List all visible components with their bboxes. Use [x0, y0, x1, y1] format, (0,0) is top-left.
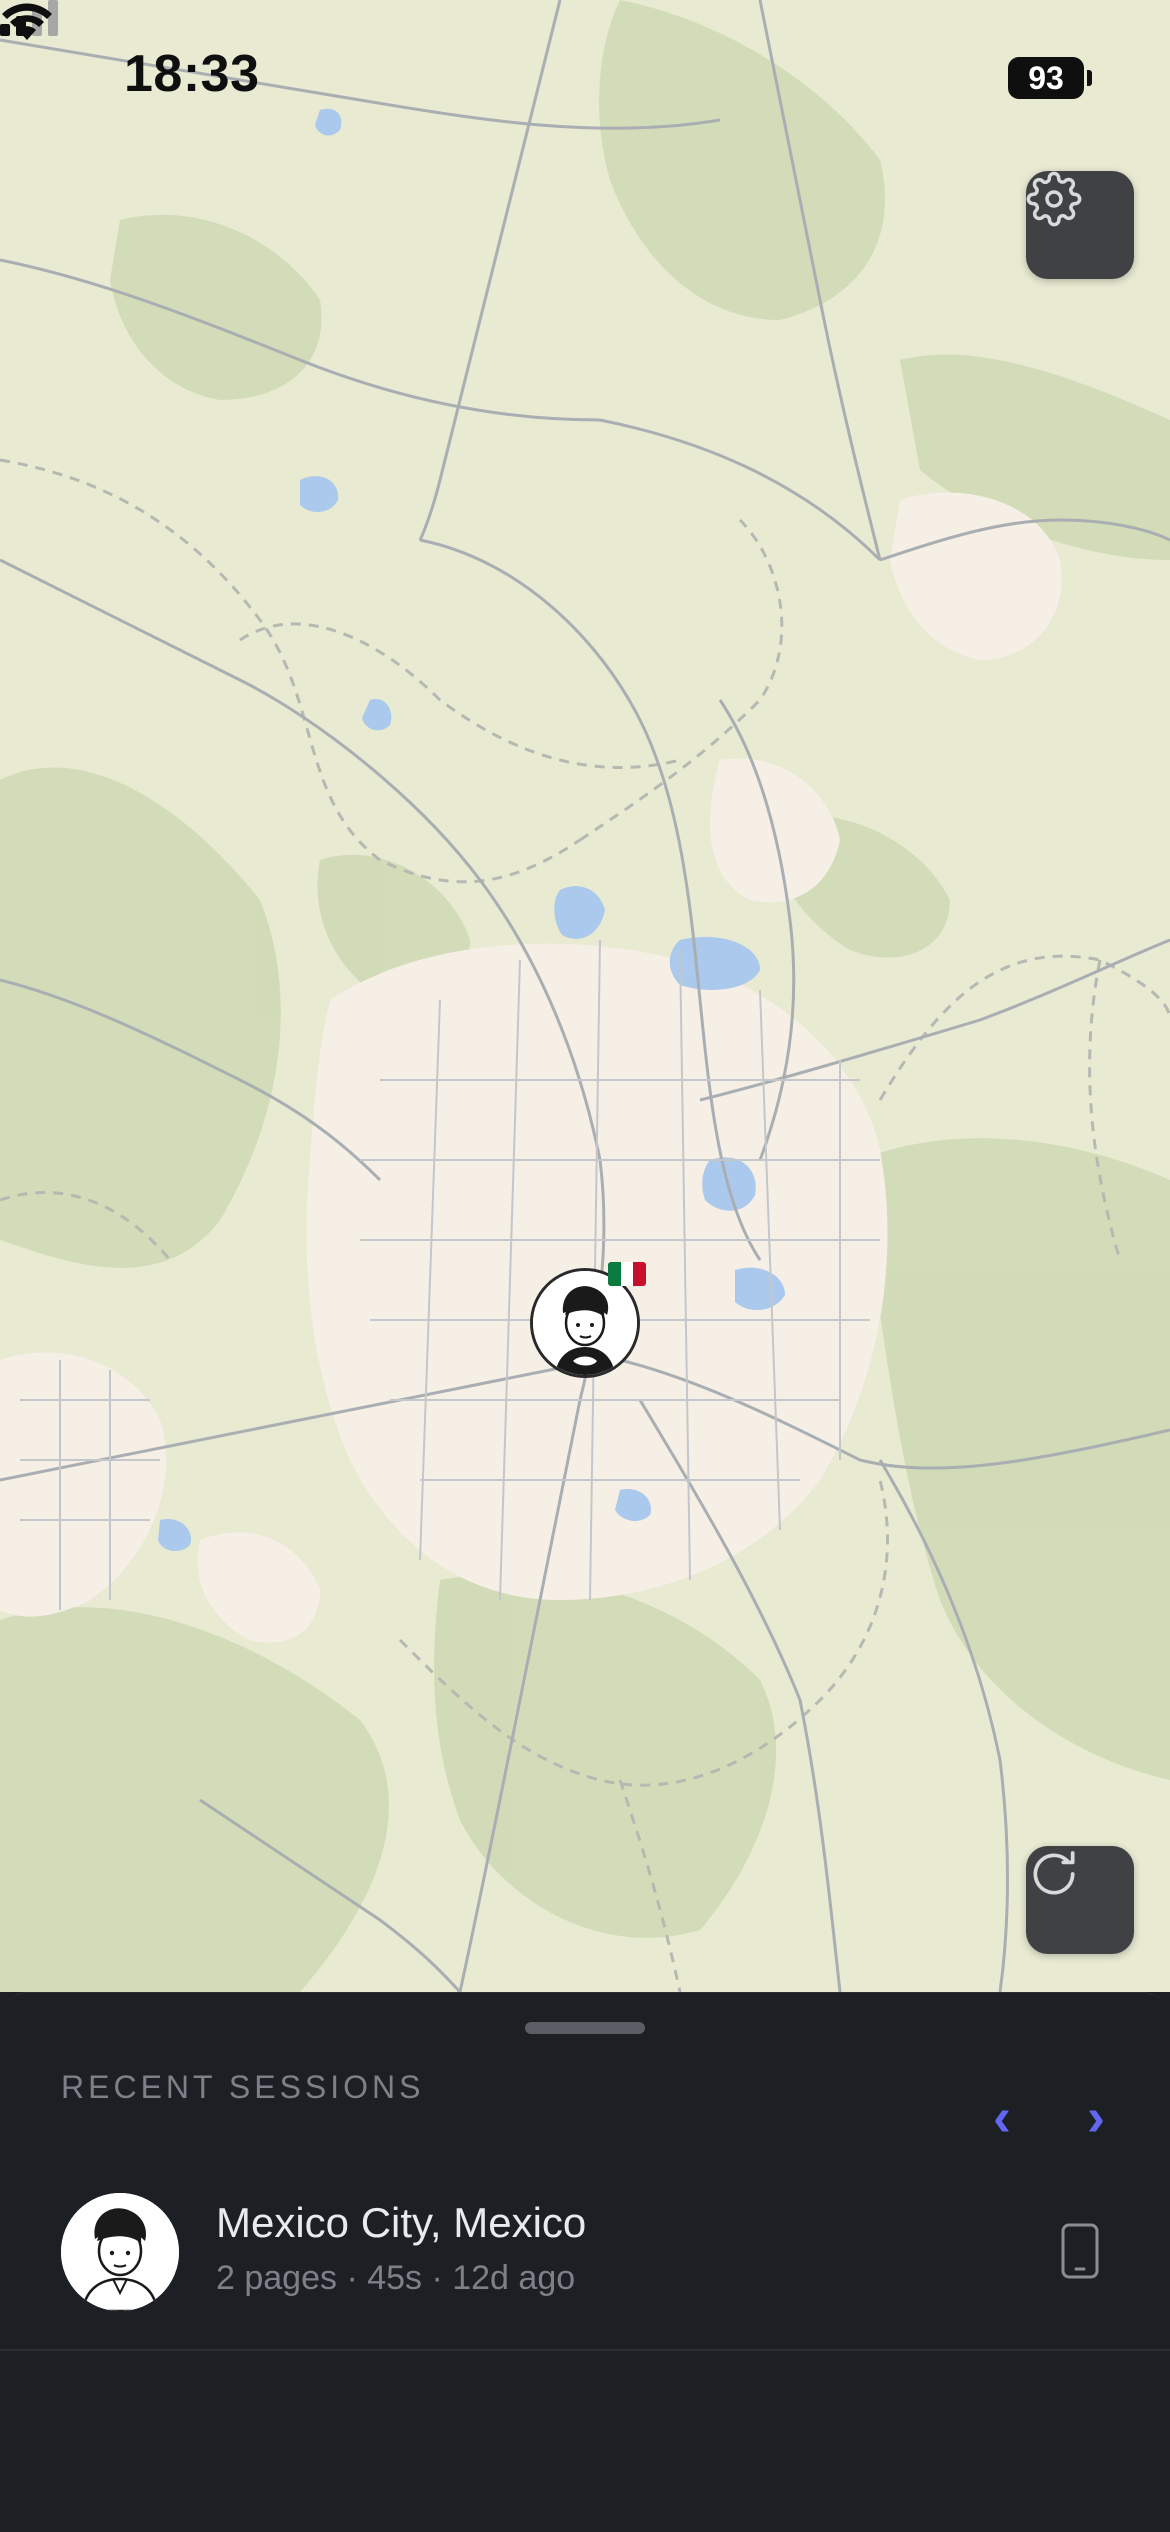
refresh-button[interactable]	[1026, 1846, 1134, 1954]
section-title: RECENT SESSIONS	[61, 2069, 425, 2105]
session-meta: 2 pages · 45s · 12d ago	[216, 2259, 576, 2297]
avatar	[533, 1271, 637, 1375]
next-button[interactable]: ›	[1066, 2087, 1126, 2147]
settings-button[interactable]	[1026, 171, 1134, 279]
battery-level: 93	[1028, 60, 1064, 96]
session-row[interactable]: Mexico City, Mexico 2 pages · 45s · 12d …	[0, 2181, 1170, 2351]
status-bar: 18:33 93	[0, 0, 1170, 150]
gear-icon	[1026, 171, 1082, 227]
recent-sessions-sheet: RECENT SESSIONS ‹ › Mexico City, Mexico …	[0, 1992, 1170, 2532]
map[interactable]: 18:33 93	[0, 0, 1170, 1992]
status-time: 18:33	[124, 45, 260, 103]
mexico-flag-icon	[608, 1262, 646, 1286]
phone-icon	[1061, 2223, 1099, 2279]
battery-indicator: 93	[1008, 57, 1092, 99]
avatar	[61, 2193, 179, 2311]
wifi-icon	[2, 3, 52, 40]
refresh-icon	[1033, 1851, 1075, 1895]
sheet-grabber[interactable]	[525, 2022, 645, 2034]
map-canvas	[0, 0, 1170, 1992]
session-avatar	[61, 2193, 179, 2311]
session-location: Mexico City, Mexico	[216, 2199, 587, 2246]
prev-button[interactable]: ‹	[972, 2087, 1032, 2147]
